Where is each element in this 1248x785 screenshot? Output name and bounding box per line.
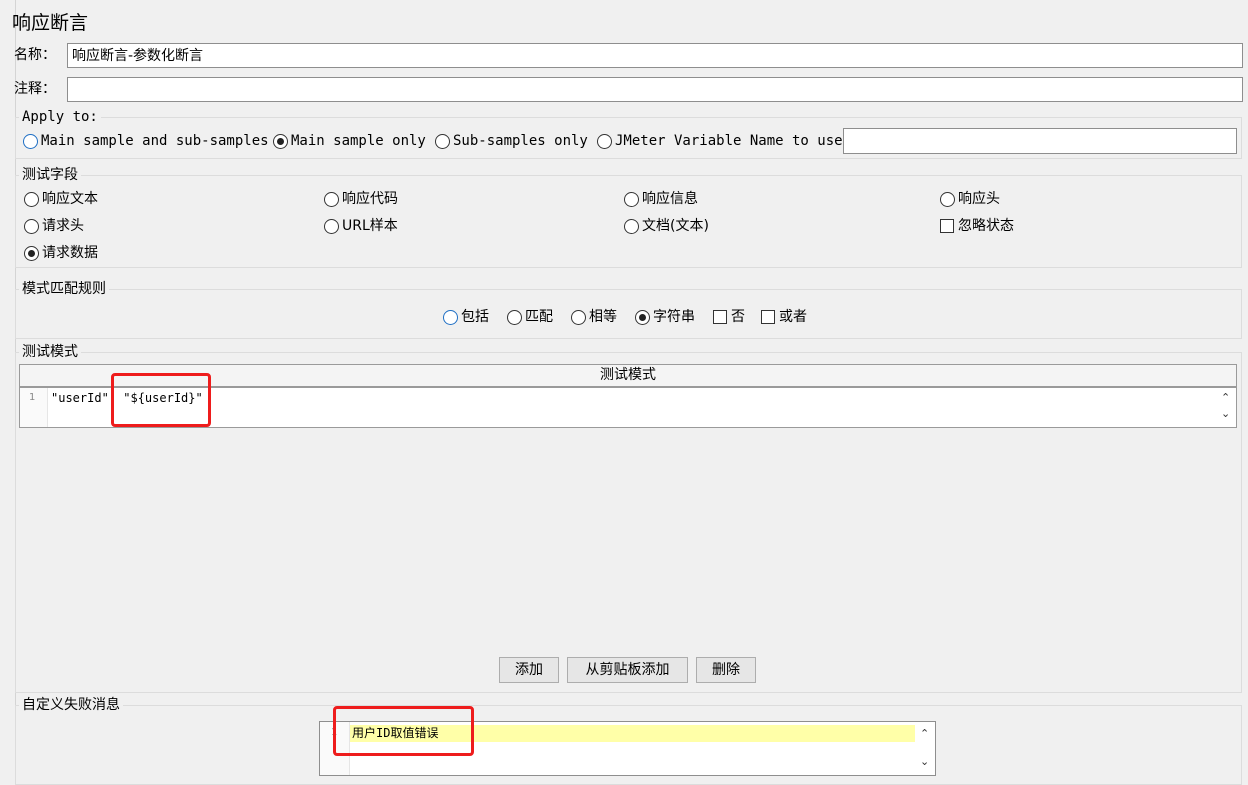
line-number: 1 [29,392,36,403]
radio-indicator[interactable] [940,191,955,207]
apply-sub-only-radio[interactable]: Sub-samples only [435,132,588,150]
add-from-clipboard-button[interactable]: 从剪贴板添加 [567,657,688,683]
checkbox-indicator[interactable] [940,219,954,233]
rule-contains-radio[interactable]: 包括 [443,308,489,326]
scroll-down-icon[interactable]: ⌄ [920,756,929,768]
checkbox-indicator[interactable] [713,310,727,324]
radio-indicator[interactable] [24,218,39,234]
radio-indicator[interactable] [635,309,650,325]
field-document-text-radio[interactable]: 文档(文本) [624,217,709,235]
jmeter-variable-input[interactable] [843,128,1237,154]
radio-indicator[interactable] [435,133,450,149]
rule-substring-radio[interactable]: 字符串 [635,308,695,326]
comment-label: 注释： [14,81,56,97]
delete-button[interactable]: 删除 [696,657,756,683]
field-request-headers-radio[interactable]: 请求头 [24,217,84,235]
scroll-down-icon[interactable]: ⌄ [1221,408,1230,420]
field-request-data-radio[interactable]: 请求数据 [24,244,98,262]
field-response-message-radio[interactable]: 响应信息 [624,190,698,208]
scroll-up-icon[interactable]: ⌃ [920,728,929,740]
radio-indicator[interactable] [324,191,339,207]
name-input[interactable]: 响应断言-参数化断言 [67,43,1243,68]
radio-indicator[interactable] [624,191,639,207]
radio-indicator[interactable] [273,133,288,149]
annotation-highlight-pattern [111,373,211,427]
field-url-sampled-radio[interactable]: URL样本 [324,217,398,235]
field-response-code-radio[interactable]: 响应代码 [324,190,398,208]
rule-not-checkbox[interactable]: 否 [713,308,745,326]
field-response-text-radio[interactable]: 响应文本 [24,190,98,208]
apply-main-only-radio[interactable]: Main sample only [273,132,426,150]
test-field-legend: 测试字段 [19,166,81,184]
match-rules-legend: 模式匹配规则 [19,280,109,298]
annotation-highlight-message [333,706,474,756]
panel-title: 响应断言 [12,12,89,34]
apply-to-legend: Apply to: [19,108,101,126]
failure-message-legend: 自定义失败消息 [19,696,123,714]
apply-main-and-sub-radio[interactable]: Main sample and sub-samples [23,132,269,150]
match-rules-group [15,289,1242,339]
scroll-up-icon[interactable]: ⌃ [1221,392,1230,404]
radio-indicator[interactable] [443,309,458,325]
test-patterns-legend: 测试模式 [19,343,81,361]
radio-indicator[interactable] [507,309,522,325]
field-response-headers-radio[interactable]: 响应头 [940,190,1000,208]
radio-indicator[interactable] [597,133,612,149]
name-label: 名称： [14,47,56,63]
radio-indicator[interactable] [23,133,38,149]
radio-indicator[interactable] [571,309,586,325]
radio-indicator[interactable] [624,218,639,234]
checkbox-indicator[interactable] [761,310,775,324]
failure-message-scrollbar[interactable]: ⌃ ⌄ [917,722,935,775]
radio-indicator[interactable] [324,218,339,234]
patterns-scrollbar[interactable]: ⌃ ⌄ [1218,388,1236,427]
rule-matches-radio[interactable]: 匹配 [507,308,553,326]
radio-indicator[interactable] [24,245,39,261]
ignore-status-checkbox[interactable]: 忽略状态 [940,217,1014,235]
apply-jmeter-variable-radio[interactable]: JMeter Variable Name to use [597,132,843,150]
name-input-value: 响应断言-参数化断言 [72,48,204,64]
add-button[interactable]: 添加 [499,657,559,683]
radio-indicator[interactable] [24,191,39,207]
rule-or-checkbox[interactable]: 或者 [761,308,807,326]
comment-input[interactable] [67,77,1243,102]
rule-equals-radio[interactable]: 相等 [571,308,617,326]
